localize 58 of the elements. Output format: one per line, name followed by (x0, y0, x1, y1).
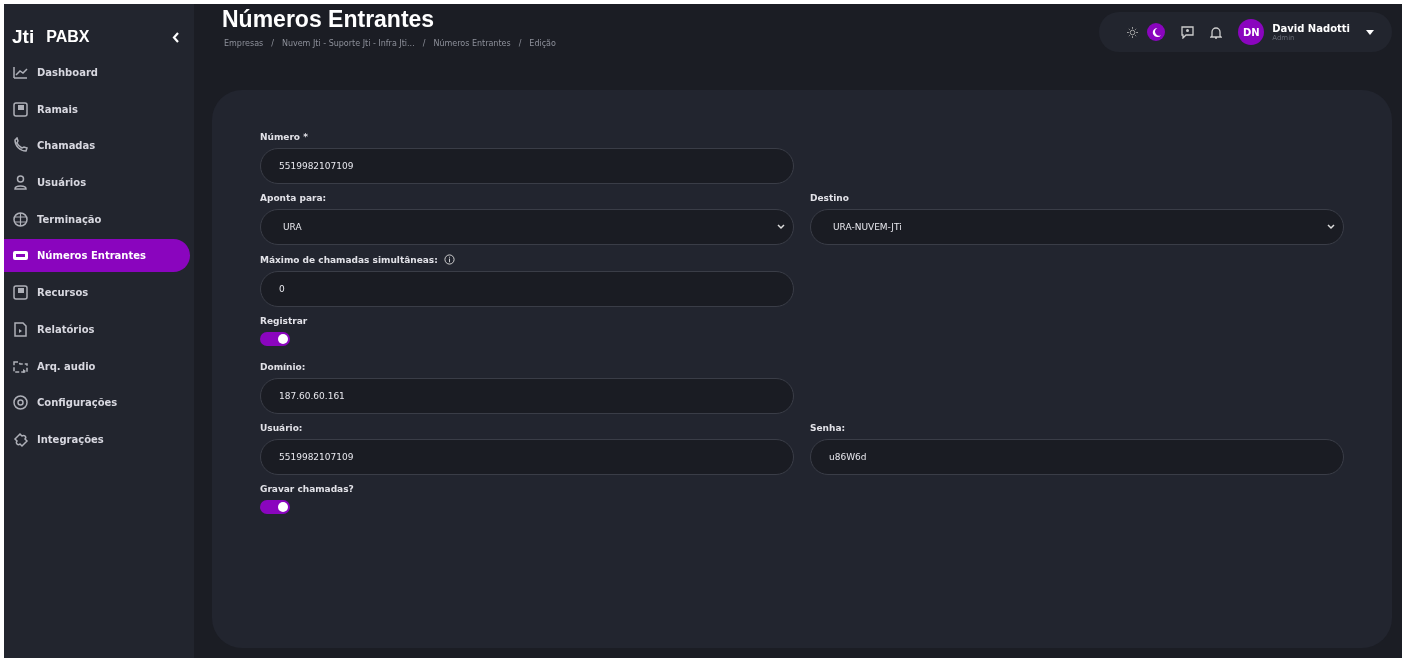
text-field[interactable]: u86W6d (810, 439, 1344, 475)
sidebar-item[interactable]: Chamadas (4, 129, 190, 163)
breadcrumb-separator: / (271, 39, 274, 48)
field-label: Destino (810, 193, 849, 203)
text-field[interactable]: 5519982107109 (260, 439, 794, 475)
text-field[interactable]: 187.60.60.161 (260, 378, 794, 414)
select-field[interactable]: URA (260, 209, 794, 245)
phone-icon (12, 137, 29, 155)
field-label: Gravar chamadas? (260, 484, 354, 494)
text-field[interactable]: 0 (260, 271, 794, 307)
sidebar-item[interactable]: Recursos (4, 276, 190, 310)
gear-icon (12, 394, 29, 412)
sidebar-item[interactable]: Ramais (4, 92, 190, 126)
product-name: PABX (46, 28, 91, 46)
breadcrumb-separator: / (422, 39, 426, 48)
toggle-switch[interactable] (260, 332, 290, 346)
field-label: Domínio: (260, 362, 306, 372)
select-field[interactable]: URA-NUVEM-JTi (810, 209, 1344, 245)
sidebar-item[interactable]: Usuários (4, 166, 190, 200)
user-avatar[interactable]: DN (1238, 19, 1265, 45)
chevron-icon[interactable] (777, 224, 785, 230)
sidebar-item[interactable]: Números Entrantes (4, 239, 190, 273)
breadcrumb-link[interactable]: Empresas (224, 39, 264, 48)
breadcrumb-link[interactable]: Nuvem Jti - Suporte Jti - Infra Jti... (281, 39, 415, 48)
field-label: Registrar (260, 316, 308, 326)
chat-icon[interactable] (1181, 25, 1195, 39)
caret-icon[interactable] (1366, 29, 1374, 35)
sidebar-item[interactable]: Configurações (4, 386, 190, 420)
sidebar-item[interactable]: Dashboard (4, 56, 190, 89)
panel-icon (12, 284, 29, 302)
field-label: Senha: (810, 423, 846, 433)
breadcrumb-link[interactable]: Edição (529, 39, 556, 48)
bell-icon[interactable] (1210, 25, 1223, 39)
toggle-switch[interactable] (260, 500, 290, 514)
text-field[interactable]: 5519982107109 (260, 148, 794, 184)
info-icon[interactable] (443, 254, 455, 265)
field-label: Usuário: (260, 423, 303, 433)
chevron-icon[interactable] (1327, 224, 1335, 230)
breadcrumb-separator: / (518, 39, 522, 48)
sidebar-item[interactable]: Arq. audio (4, 349, 190, 383)
breadcrumb-link[interactable]: Números Entrantes (433, 39, 511, 48)
logo: Jti (12, 26, 35, 48)
field-label: Aponta para: (260, 193, 327, 203)
user-icon (12, 174, 29, 192)
sidebar-item[interactable]: Terminação (4, 202, 190, 236)
globe-icon (12, 210, 29, 228)
sidebar-item[interactable]: Integrações (4, 422, 190, 456)
panel-icon (12, 100, 29, 118)
user-name[interactable]: David Nadotti (1272, 22, 1350, 34)
chart-icon (12, 64, 29, 81)
puzzle-icon (12, 430, 29, 448)
page-title: Números Entrantes (222, 6, 436, 33)
document-icon (12, 320, 29, 338)
collapse-icon[interactable] (172, 31, 180, 43)
field-label: Máximo de chamadas simultâneas: (260, 254, 438, 265)
sidebar-item[interactable]: Relatórios (4, 312, 190, 346)
field-label: Número * (260, 132, 308, 142)
moon-icon[interactable] (1147, 23, 1166, 41)
